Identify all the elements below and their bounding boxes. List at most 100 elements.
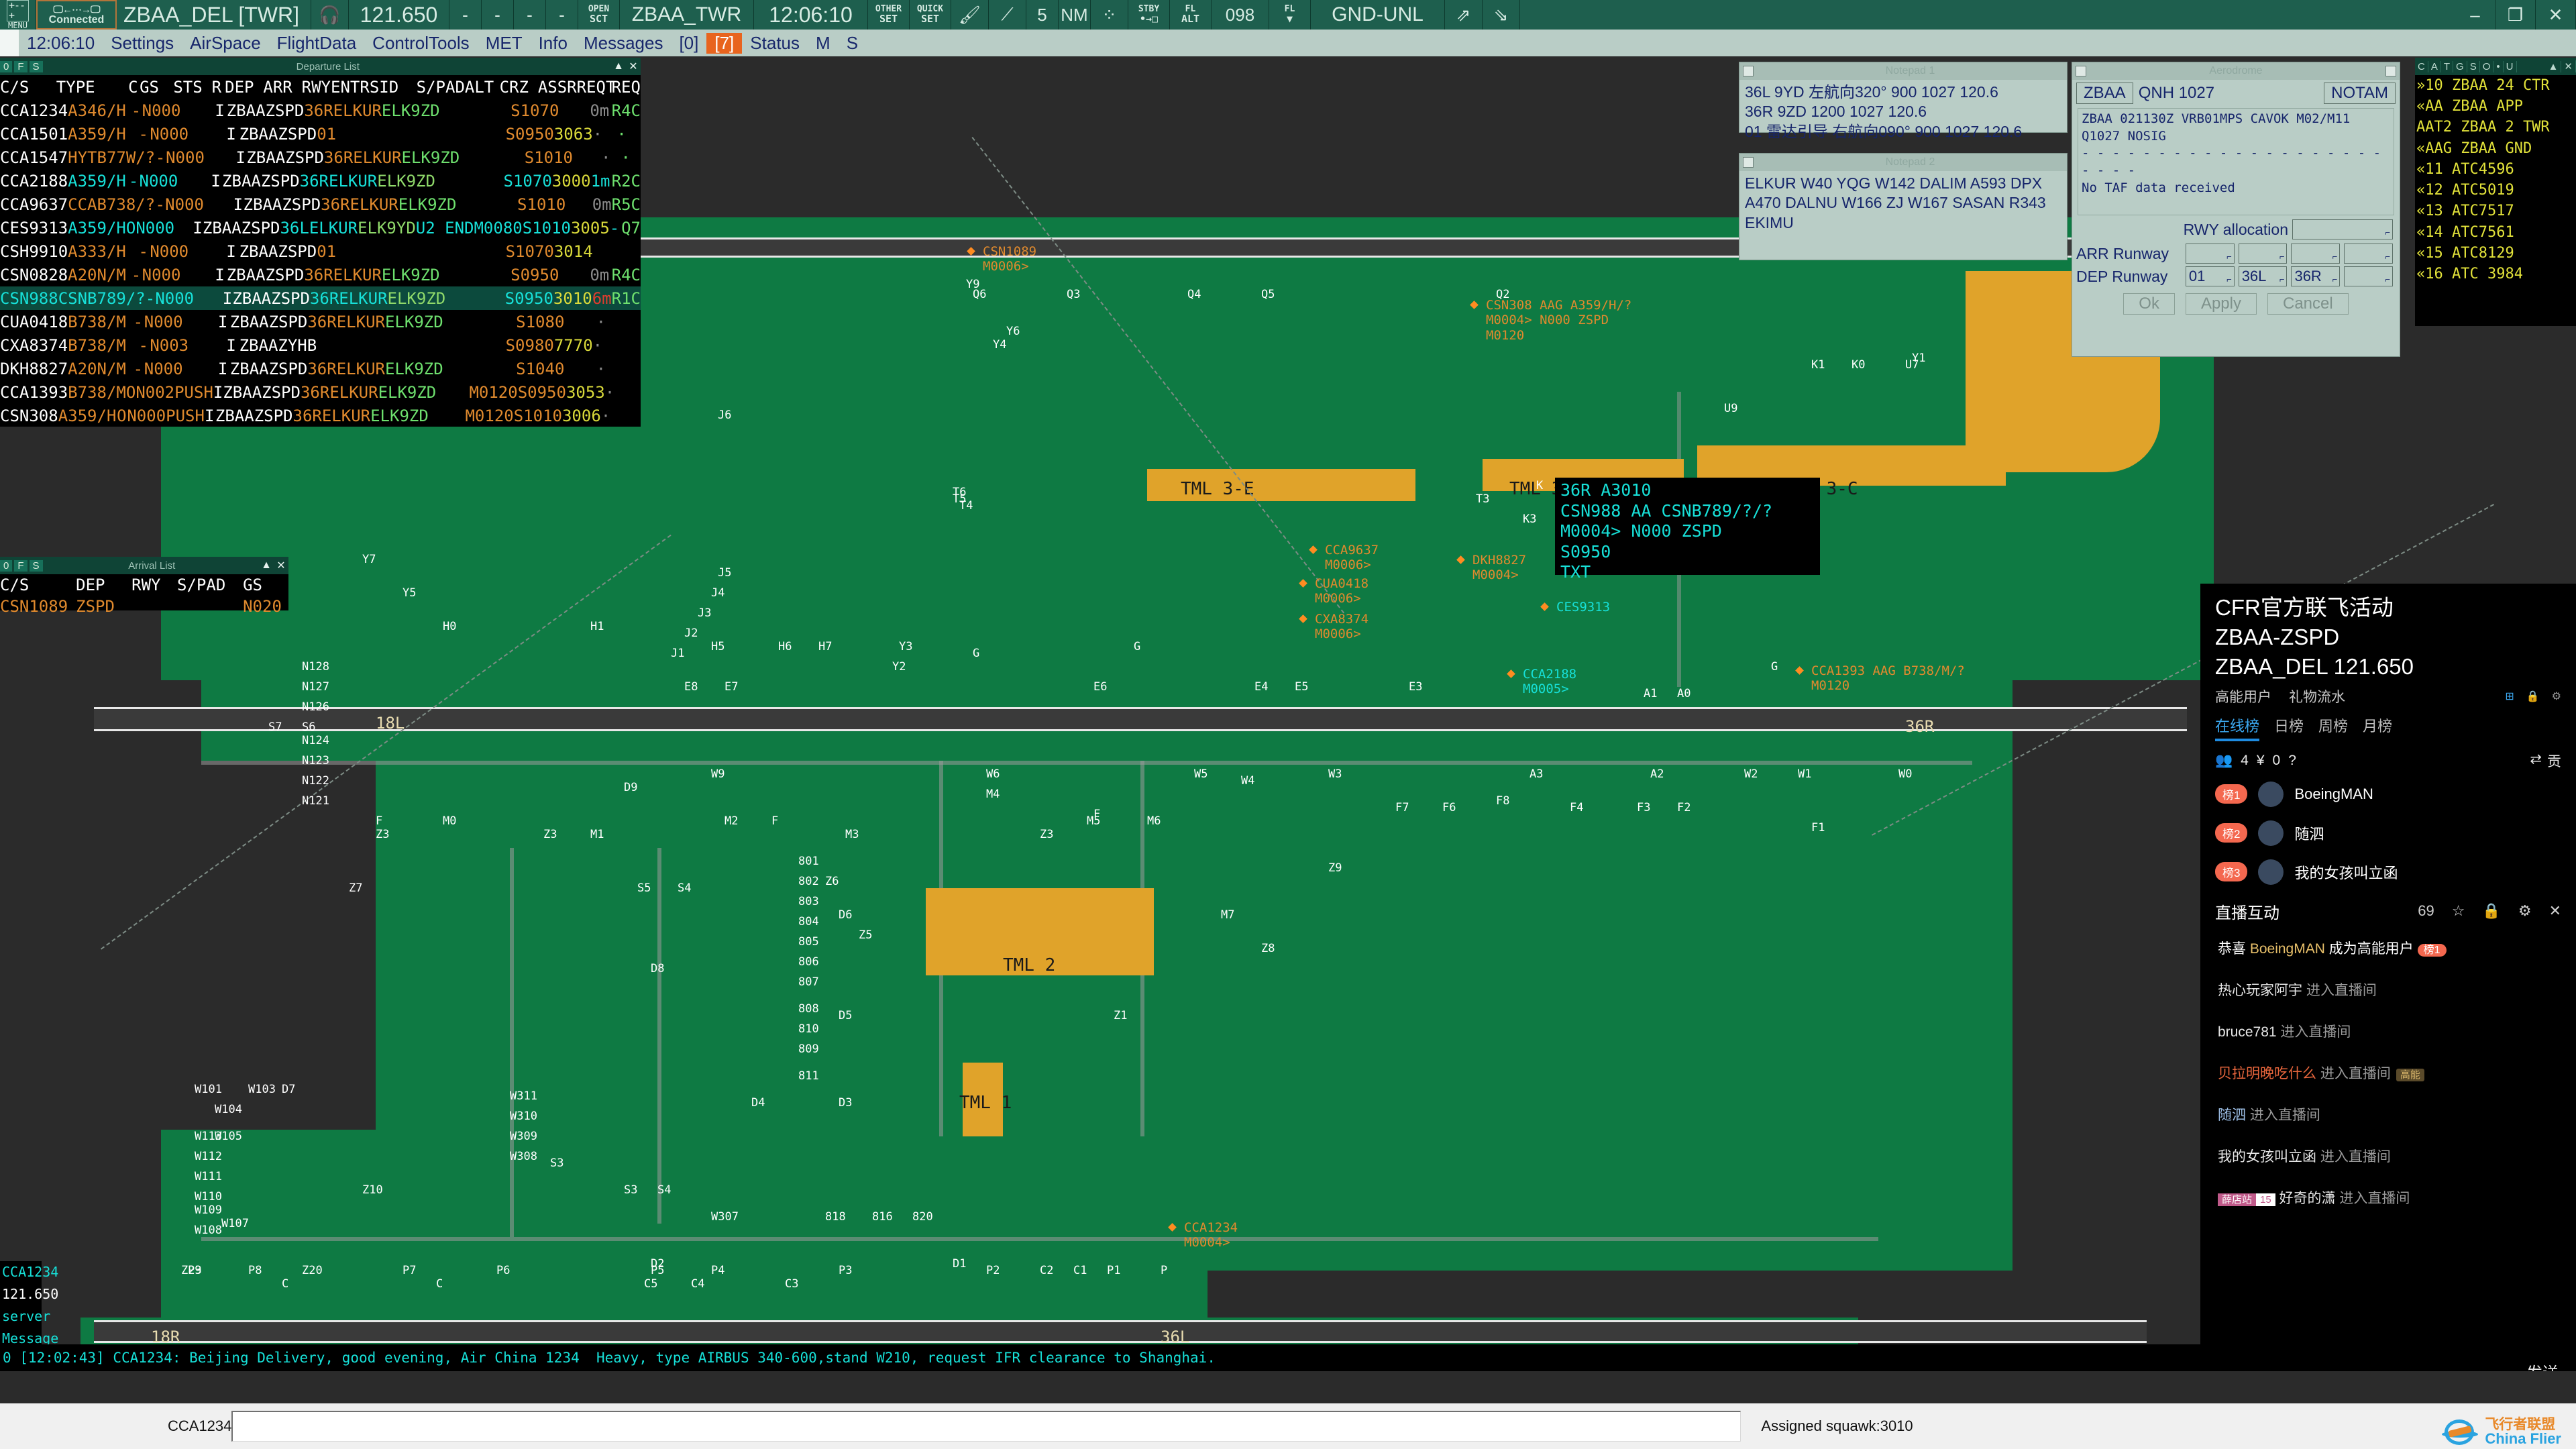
freq-slot-3[interactable]: - — [514, 0, 546, 30]
dep-tab-f[interactable]: F — [14, 60, 28, 72]
stream-tab-2[interactable]: 周榜 — [2318, 714, 2348, 741]
menu-item-settings[interactable]: Settings — [103, 33, 182, 54]
add-icon[interactable]: ⊞ — [2505, 690, 2514, 703]
list-item[interactable]: 榜2 随泗 — [2200, 814, 2576, 853]
stream-overlay-panel[interactable]: CFR官方联飞活动 ZBAA-ZSPD ZBAA_DEL 121.650 高能用… — [2200, 584, 2576, 1395]
quick-set-button[interactable]: QUICK SET — [910, 0, 951, 30]
notepad-2-body[interactable]: ELKUR W40 YQG W142 DALIM A593 DPX A470 D… — [1739, 171, 2067, 235]
aerodrome-header[interactable]: Aerodrome — [2072, 62, 2400, 80]
emoji-icon[interactable]: 69 — [2418, 902, 2434, 920]
stream-tab-3[interactable]: 月榜 — [2363, 714, 2392, 741]
atc-rows[interactable]: »10 ZBAA 24 CTR «AA ZBAA APP AAT2 ZBAA 2 T… — [2415, 75, 2576, 284]
menu-item-airspace[interactable]: AirSpace — [182, 33, 269, 54]
list-item[interactable]: «AAG ZBAA GND — [2416, 138, 2576, 159]
arr-runway-select-4[interactable]: ⌐ — [2344, 244, 2393, 264]
menu-item-m[interactable]: M — [808, 33, 839, 54]
notepad-2-header[interactable]: Notepad 2 — [1739, 154, 2067, 171]
range-value[interactable]: 5 — [1026, 0, 1059, 30]
command-input[interactable] — [231, 1411, 1741, 1442]
avatar[interactable] — [2258, 781, 2284, 807]
minimize-button[interactable]: – — [2455, 0, 2496, 30]
menu-item-0[interactable]: [0] — [671, 33, 706, 54]
aircraft-tag-CCA9637[interactable]: CCA9637 M0006> — [1325, 543, 1379, 573]
dep-runway-select-1[interactable]: 01 ⌐ — [2185, 266, 2235, 286]
headset-icon[interactable]: 🎧 — [311, 0, 349, 30]
table-row[interactable]: CCA9637 CCAB738/? - N000 I ZBAA ZSPD 36R ELKUR EL… — [0, 193, 641, 216]
arr-runway-select-3[interactable]: ⌐ — [2291, 244, 2341, 264]
open-sct-button[interactable]: OPEN SCT — [578, 0, 620, 30]
close-button[interactable]: ✕ — [2536, 0, 2576, 30]
col-header-dep[interactable]: DEP — [76, 576, 131, 594]
question-icon[interactable]: ? — [2288, 753, 2296, 769]
freq-slot-2[interactable]: - — [482, 0, 514, 30]
col-header-gs[interactable]: GS — [140, 78, 173, 97]
aircraft-tag-CSN1089[interactable]: CSN1089 M0006> — [983, 244, 1036, 274]
atc-filter-a[interactable]: A — [2428, 60, 2441, 72]
col-header-s-pad[interactable]: S/PAD — [417, 78, 465, 97]
standby-button[interactable]: STBY •→□ — [1128, 0, 1170, 30]
window-menu-icon[interactable] — [2076, 66, 2086, 76]
icao-button[interactable]: ZBAA — [2076, 83, 2133, 104]
gift-flow-label[interactable]: 礼物流水 — [2289, 686, 2345, 706]
table-row[interactable]: CXA8374 B738/M - N003 I ZBAA ZYHB S0980 7770 · — [0, 333, 641, 357]
history-dots-icon[interactable]: ⁘ — [1091, 0, 1128, 30]
atc-filter-•[interactable]: • — [2493, 60, 2504, 72]
lock-icon[interactable]: 🔒 — [2482, 902, 2500, 920]
arr-runway-select-1[interactable]: ⌐ — [2185, 244, 2235, 264]
chat-user-name[interactable]: 好奇的潇 — [2279, 1191, 2336, 1206]
aircraft-tag-CSN308[interactable]: CSN308 AAG A359/H/? M0004> N000 ZSPD M0120 — [1486, 298, 1631, 343]
dep-runway-select-4[interactable]: ⌐ — [2344, 266, 2393, 286]
primary-frequency[interactable]: 121.650 — [349, 0, 449, 30]
lock-icon[interactable]: 🔒 — [2526, 690, 2540, 703]
table-row[interactable]: CSN988 CSNB789/? - N000 I ZBAA ZSPD 36R ELKUR ELK… — [0, 286, 641, 310]
atc-filter-u[interactable]: U — [2504, 60, 2517, 72]
col-header-rwy[interactable]: RWY — [131, 576, 177, 594]
col-header-crz[interactable]: CRZ — [500, 78, 538, 97]
menu-item-status[interactable]: Status — [742, 33, 808, 54]
list-item[interactable]: 榜1 BoeingMAN — [2200, 775, 2576, 814]
aircraft-tag-CUA0418[interactable]: CUA0418 M0006> — [1315, 576, 1368, 606]
transition-level-value[interactable]: 098 — [1212, 0, 1269, 30]
maximize-button[interactable]: ❐ — [2496, 0, 2536, 30]
stream-tab-1[interactable]: 日榜 — [2274, 714, 2304, 741]
cancel-button[interactable]: Cancel — [2267, 293, 2349, 315]
dep-runway-select-3[interactable]: 36R ⌐ — [2291, 266, 2341, 286]
altitude-filter[interactable]: GND-UNL — [1311, 0, 1445, 30]
aerodrome-window[interactable]: Aerodrome ZBAA QNH 1027 NOTAM ZBAA 02113… — [2072, 62, 2400, 357]
col-header-sid[interactable]: SID — [370, 78, 417, 97]
atc-list-panel[interactable]: C A T G S O • U ▲ ✕ »10 ZBAA 24 CTR «AA ZBAA APP… — [2415, 58, 2576, 326]
col-header-sts[interactable]: STS — [173, 78, 211, 97]
freq-slot-4[interactable]: - — [546, 0, 578, 30]
collapse-icon[interactable]: ▲ — [259, 559, 274, 572]
col-header-arr[interactable]: ARR — [263, 78, 301, 97]
list-item[interactable]: «11 ATC4596 — [2416, 159, 2576, 180]
connection-status-button[interactable]: 🖵←⋯→🖵 Connected — [36, 0, 117, 30]
aircraft-tag-CES9313[interactable]: CES9313 — [1556, 600, 1610, 614]
fl-alt-toggle[interactable]: FL ALT — [1170, 0, 1212, 30]
col-header-rwy[interactable]: RWY — [302, 78, 331, 97]
aircraft-tag-CCA1234[interactable]: CCA1234 M0004> — [1184, 1220, 1238, 1250]
departure-tool-icon[interactable]: ⇗ — [1445, 0, 1483, 30]
avatar[interactable] — [2258, 820, 2284, 846]
close-icon[interactable]: ✕ — [274, 559, 288, 572]
list-item[interactable]: «13 ATC7517 — [2416, 201, 2576, 221]
chat-user-name[interactable]: bruce781 — [2218, 1024, 2277, 1040]
table-row[interactable]: CCA1234 A346/H - N000 I ZBAA ZSPD 36R ELKUR ELK9Z… — [0, 99, 641, 122]
arrival-list-header[interactable]: 0 F S Arrival List ▲ ✕ — [0, 557, 288, 574]
list-item[interactable]: AAT2 ZBAA 2 TWR — [2416, 117, 2576, 138]
gear-icon[interactable]: ⚙ — [2552, 690, 2561, 703]
atc-filter-o[interactable]: O — [2480, 60, 2494, 72]
window-menu-icon[interactable] — [1743, 66, 1754, 76]
chat-user-name[interactable]: 我的女孩叫立函 — [2218, 1149, 2316, 1165]
arr-tab-s[interactable]: S — [29, 559, 43, 572]
dep-runway-select-2[interactable]: 36L ⌐ — [2238, 266, 2288, 286]
atc-list-header[interactable]: C A T G S O • U ▲ ✕ — [2415, 58, 2576, 75]
list-item[interactable]: «12 ATC5019 — [2416, 180, 2576, 201]
freq-slot-1[interactable]: - — [449, 0, 482, 30]
arr-tab-0[interactable]: 0 — [0, 559, 13, 572]
fl-filter-icon[interactable]: FL ▼ — [1269, 0, 1311, 30]
share-group[interactable]: ⇄ 贡 — [2530, 751, 2561, 771]
gear-icon[interactable]: ⚙ — [2518, 902, 2532, 920]
chat-user-name[interactable]: 贝拉明晚吃什么 — [2218, 1066, 2316, 1081]
notepad-2-window[interactable]: Notepad 2 ELKUR W40 YQG W142 DALIM A593 … — [1739, 153, 2068, 260]
